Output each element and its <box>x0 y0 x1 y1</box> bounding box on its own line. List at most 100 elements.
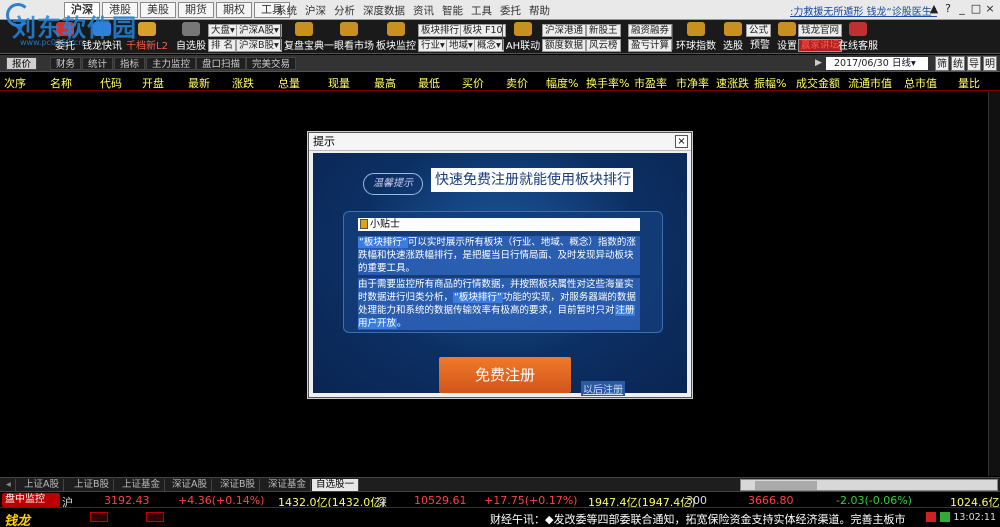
tab-quote[interactable]: 报价 <box>6 57 38 70</box>
region-dropdown[interactable]: 地域▾ <box>446 39 476 52</box>
rank-button[interactable]: 排 名 <box>208 39 237 52</box>
menu-analysis[interactable]: 分析 <box>330 3 359 18</box>
stats-button[interactable]: 统 <box>951 56 965 71</box>
col-header[interactable]: 幅度% <box>546 75 578 91</box>
news-ticker[interactable]: 财经午讯：◆发改委等四部委联合通知，拓宽保险资金支持实体经济渠道。完善主板市 <box>490 511 922 527</box>
date-arrow-icon[interactable]: ▶ <box>815 58 822 68</box>
scroll-left-icon[interactable]: ◂ <box>2 479 16 491</box>
collapse-icon[interactable]: ▲ <box>928 2 940 15</box>
tab-stats[interactable]: 统计 <box>82 57 114 70</box>
date-field[interactable]: 2017/06/30 <box>826 57 892 70</box>
tab-sz-b[interactable]: 深证B股 <box>216 479 261 491</box>
col-header[interactable]: 振幅% <box>754 75 786 91</box>
toolbar-self-select[interactable]: 自选股 <box>176 22 206 52</box>
tab-finance[interactable]: 财务 <box>50 57 82 70</box>
market-tab-futures[interactable]: 期货 <box>178 2 214 18</box>
market-tab-us[interactable]: 美股 <box>140 2 176 18</box>
toolbar-one-click[interactable]: 一眼看市场 <box>324 22 374 52</box>
scrollbar-thumb[interactable] <box>755 481 817 490</box>
tab-main-force[interactable]: 主力监控 <box>146 57 197 70</box>
tab-sh-a[interactable]: 上证A股 <box>20 479 64 491</box>
menu-trade[interactable]: 委托 <box>496 3 525 18</box>
detail-button[interactable]: 明 <box>983 56 997 71</box>
register-later-link[interactable]: 以后注册 <box>581 381 625 396</box>
col-header[interactable]: 现量 <box>328 75 350 91</box>
sh-b-dropdown[interactable]: 沪深B股▾ <box>236 39 282 52</box>
wind-cloud-button[interactable]: 风云榜 <box>586 39 621 52</box>
col-header[interactable]: 名称 <box>50 75 72 91</box>
col-header[interactable]: 量比 <box>958 75 980 91</box>
col-header[interactable]: 流通市值 <box>848 75 892 91</box>
intraday-monitor-button[interactable]: 盘中监控 <box>2 493 60 507</box>
tab-order-scan[interactable]: 盘口扫描 <box>196 57 247 70</box>
tab-sh-fund[interactable]: 上证基金 <box>118 479 166 491</box>
tab-sh-b[interactable]: 上证B股 <box>70 479 115 491</box>
col-header[interactable]: 卖价 <box>506 75 528 91</box>
export-button[interactable]: 导 <box>967 56 981 71</box>
filter-button[interactable]: 筛 <box>935 56 949 71</box>
toolbar-settings[interactable]: 设置 <box>774 22 800 52</box>
mini-chart-icon[interactable] <box>146 512 164 522</box>
help-icon[interactable]: ? <box>942 2 954 15</box>
col-header[interactable]: 总量 <box>278 75 300 91</box>
col-header[interactable]: 最低 <box>418 75 440 91</box>
free-register-button[interactable]: 免费注册 <box>439 357 571 393</box>
toolbar-global-index[interactable]: 环球指数 <box>676 22 716 52</box>
toolbar-review[interactable]: 复盘宝典 <box>284 22 324 52</box>
toolbar-ah-link[interactable]: AH联动 <box>506 22 540 52</box>
concept-dropdown[interactable]: 概念▾ <box>474 39 504 52</box>
toolbar-alert[interactable]: 预警 <box>748 36 772 52</box>
menu-help[interactable]: 帮助 <box>525 3 554 18</box>
menu-tools[interactable]: 工具 <box>467 3 496 18</box>
industry-dropdown[interactable]: 行业▾ <box>418 39 448 52</box>
fund-flow-button[interactable]: 额度数据 <box>542 39 587 52</box>
margin-button[interactable]: 融资融券 <box>628 24 673 37</box>
mini-chart-icon[interactable] <box>90 512 108 522</box>
tab-sz-fund[interactable]: 深证基金 <box>264 479 312 491</box>
col-header[interactable]: 代码 <box>100 75 122 91</box>
new-stock-button[interactable]: 新股王 <box>586 24 621 37</box>
toolbar-sector-monitor[interactable]: 板块监控 <box>376 22 416 52</box>
col-header[interactable]: 市净率 <box>676 75 709 91</box>
col-header[interactable]: 买价 <box>462 75 484 91</box>
tab-perfect-trade[interactable]: 完美交易 <box>246 57 297 70</box>
surplus-calc-button[interactable]: 盈亏计算 <box>628 39 673 52</box>
toolbar-stock-pick[interactable]: 选股 <box>720 22 746 52</box>
col-header[interactable]: 开盘 <box>142 75 164 91</box>
col-header[interactable]: 成交金额 <box>796 75 840 91</box>
col-header[interactable]: 换手率% <box>586 75 629 91</box>
tab-self-select-1[interactable]: 自选股一 <box>312 479 360 491</box>
col-header[interactable]: 次序 <box>4 75 26 91</box>
toolbar-online-service[interactable]: 在线客服 <box>838 22 878 52</box>
vertical-scrollbar[interactable] <box>988 92 1000 476</box>
col-header[interactable]: 最高 <box>374 75 396 91</box>
menu-deep-data[interactable]: 深度数据 <box>359 3 409 18</box>
big-market-dropdown[interactable]: 大盘▾ <box>208 24 238 37</box>
sh-a-dropdown[interactable]: 沪深A股▾ <box>236 24 282 37</box>
maximize-icon[interactable]: □ <box>970 2 982 15</box>
menu-hs[interactable]: 沪深 <box>301 3 330 18</box>
col-header[interactable]: 总市值 <box>904 75 937 91</box>
close-window-icon[interactable]: × <box>984 2 996 15</box>
qianlong-web-button[interactable]: 钱龙官网 <box>798 24 843 37</box>
col-header[interactable]: 市盈率 <box>634 75 667 91</box>
menu-news[interactable]: 资讯 <box>409 3 438 18</box>
sector-rank-button[interactable]: 板块排行 <box>418 24 463 37</box>
sector-f10-button[interactable]: 板块 F10 <box>460 24 506 37</box>
horizontal-scrollbar[interactable] <box>740 479 998 491</box>
alert-icon[interactable] <box>926 512 936 522</box>
col-header[interactable]: 速涨跌 <box>716 75 749 91</box>
menu-system[interactable]: 系统 <box>272 3 301 18</box>
col-header[interactable]: 涨跌 <box>232 75 254 91</box>
minimize-icon[interactable]: _ <box>956 2 968 15</box>
tab-sz-a[interactable]: 深证A股 <box>168 479 212 491</box>
menu-smart[interactable]: 智能 <box>438 3 467 18</box>
close-icon[interactable]: × <box>675 135 688 148</box>
col-header[interactable]: 最新 <box>188 75 210 91</box>
period-select[interactable]: 日线▾ <box>890 57 928 70</box>
market-tab-options[interactable]: 期权 <box>216 2 252 18</box>
winner-lecture-button[interactable]: 赢家讲坛 <box>798 39 843 52</box>
tab-indicators[interactable]: 指标 <box>114 57 146 70</box>
top-ticker-link[interactable]: :力救援无所遁形 钱龙“诊股医生” <box>790 3 937 18</box>
hk-connect-button[interactable]: 沪深港通 <box>542 24 587 37</box>
